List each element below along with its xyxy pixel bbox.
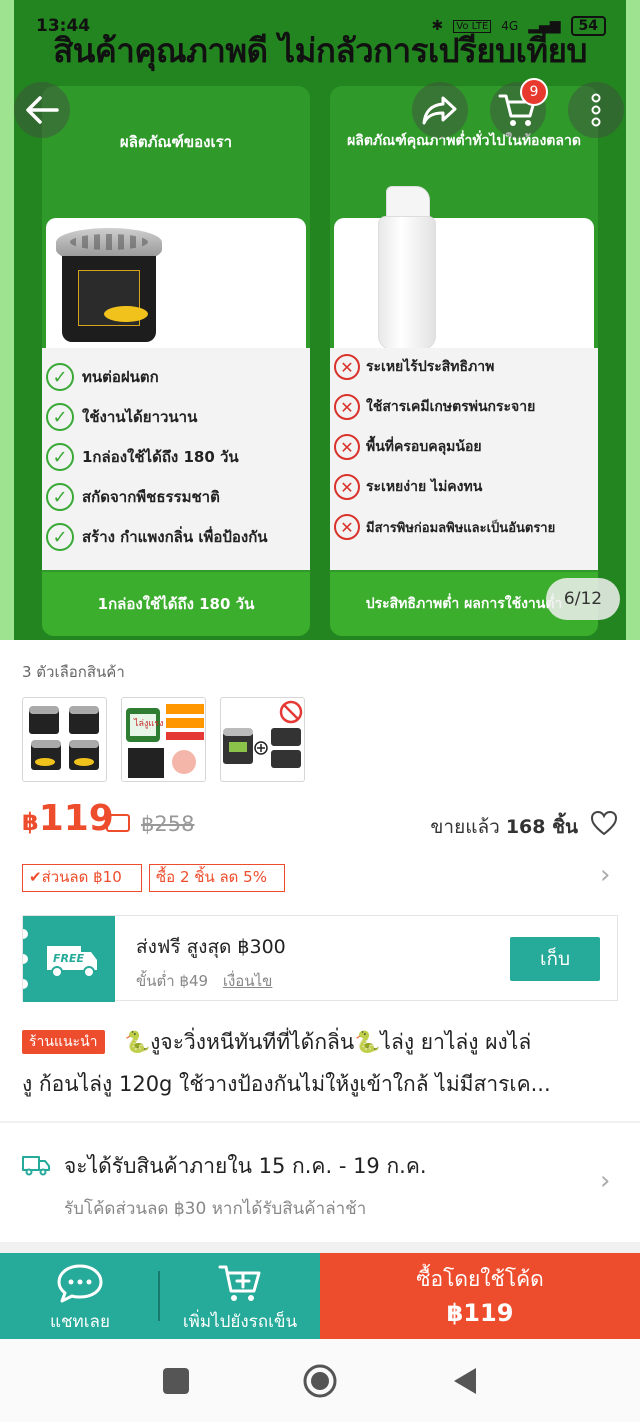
arrow-left-icon bbox=[26, 96, 59, 124]
cross-icon: ✕ bbox=[334, 474, 360, 500]
discount-coupon[interactable]: ✔ส่วนลด ฿10 bbox=[22, 864, 142, 892]
chevron-right-icon[interactable]: › bbox=[600, 860, 610, 890]
chat-label: แชทเลย bbox=[50, 1312, 110, 1332]
drawback-list: ✕ ระเหยไร้ประสิทธิภาพ ✕ ใช้สารเคมีเกษตรพ… bbox=[330, 348, 598, 570]
our-product-footer: 1กล่องใช้ได้ถึง 180 วัน bbox=[42, 572, 310, 636]
product-box-image bbox=[122, 698, 205, 781]
original-price: ฿258 bbox=[141, 812, 195, 836]
product-image-carousel[interactable]: สินค้าคุณภาพดี ไม่กลัวการเปรียบเทียบ ผลิ… bbox=[0, 0, 640, 640]
competitor-photo bbox=[334, 186, 594, 358]
product-photo bbox=[46, 218, 306, 358]
coupon-price-icon bbox=[106, 814, 130, 832]
status-time: 13:44 bbox=[36, 16, 91, 36]
section-divider bbox=[0, 1121, 640, 1123]
home-icon[interactable] bbox=[302, 1363, 338, 1399]
bottom-action-bar: แชทเลย เพิ่มไปยังรถเข็น ซื้อโดยใช้โค้ด ฿… bbox=[0, 1253, 640, 1339]
add-to-cart-label: เพิ่มไปยังรถเข็น bbox=[182, 1312, 298, 1332]
cross-icon: ✕ bbox=[334, 514, 360, 540]
status-icons: ✱ Vo LTE 4G ▂▄▆ 54 bbox=[432, 16, 606, 36]
benefit-item: ✓ สกัดจากพืชธรรมชาติ bbox=[46, 480, 220, 514]
add-to-cart-button[interactable]: เพิ่มไปยังรถเข็น bbox=[160, 1253, 320, 1339]
image-pager: 6/12 bbox=[546, 578, 620, 620]
cross-icon: ✕ bbox=[334, 354, 360, 380]
chat-button[interactable]: แชทเลย bbox=[0, 1253, 160, 1339]
benefit-item: ✓ ใช้งานได้ยาวนาน bbox=[46, 400, 197, 434]
section-divider bbox=[0, 1242, 640, 1253]
voucher-badge: FREE bbox=[18, 916, 115, 1002]
volte-icon: Vo LTE bbox=[453, 19, 492, 33]
competitor-title: ผลิตภัณฑ์คุณภาพต่ำทั่วไปในท้องตลาด bbox=[347, 133, 581, 149]
drawback-item: ✕ มีสารพิษก่อมลพิษและเป็นอันตราย bbox=[334, 510, 555, 544]
repellent-jar-image bbox=[56, 228, 162, 348]
check-icon: ✓ bbox=[46, 363, 74, 391]
more-menu-button[interactable] bbox=[568, 82, 624, 138]
competitor-panel: ผลิตภัณฑ์คุณภาพต่ำทั่วไปในท้องตลาด ✕ ระเ… bbox=[330, 86, 598, 636]
check-icon: ✓ bbox=[46, 483, 74, 511]
share-button[interactable] bbox=[412, 82, 468, 138]
benefit-list: ✓ ทนต่อฝนตก ✓ ใช้งานได้ยาวนาน ✓ 1กล่องใช… bbox=[42, 348, 310, 570]
voucher-subtitle: ขั้นต่ำ ฿49 เงื่อนไข bbox=[136, 972, 273, 990]
delivery-truck-icon bbox=[22, 1156, 50, 1176]
drawback-item: ✕ พื้นที่ครอบคลุมน้อย bbox=[334, 430, 482, 464]
drawback-item: ✕ ระเหยไร้ประสิทธิภาพ bbox=[334, 350, 494, 384]
check-icon: ✓ bbox=[46, 403, 74, 431]
cart-button[interactable]: 9 bbox=[490, 78, 548, 138]
product-title-line1: 🐍งูจะวิ่งหนีทันทีที่ได้กลิ่น🐍ไล่งู ยาไล่… bbox=[124, 1030, 532, 1054]
status-bar: 13:44 ✱ Vo LTE 4G ▂▄▆ 54 bbox=[36, 16, 606, 46]
benefit-item: ✓ สร้าง กำแพงกลิ่น เพื่อป้องกัน bbox=[46, 520, 268, 554]
chevron-right-icon[interactable]: › bbox=[600, 1166, 610, 1196]
benefit-item: ✓ 1กล่องใช้ได้ถึง 180 วัน bbox=[46, 440, 239, 474]
system-nav-bar bbox=[0, 1339, 640, 1422]
bundle-coupon[interactable]: ซื้อ 2 ชิ้น ลด 5% bbox=[149, 864, 285, 892]
delivery-estimate: จะได้รับสินค้าภายใน 15 ก.ค. - 19 ก.ค. bbox=[64, 1154, 427, 1178]
more-vertical-icon bbox=[591, 93, 601, 127]
shipping-voucher-card: FREE ส่งฟรี สูงสุด ฿300 ขั้นต่ำ ฿49 เงื่… bbox=[18, 915, 618, 1002]
jars-image bbox=[29, 706, 99, 770]
benefit-item: ✓ ทนต่อฝนตก bbox=[46, 360, 159, 394]
back-nav-icon[interactable] bbox=[452, 1367, 478, 1395]
signal-icon: ▂▄▆ bbox=[528, 18, 561, 34]
sold-count: ขายแล้ว 168 ชิ้น bbox=[430, 816, 578, 838]
bluetooth-icon: ✱ bbox=[431, 18, 444, 34]
recents-icon[interactable] bbox=[162, 1367, 190, 1395]
voucher-title: ส่งฟรี สูงสุด ฿300 bbox=[136, 936, 286, 958]
recommended-shop-tag: ร้านแนะนำ bbox=[22, 1030, 105, 1054]
jar-combo-image bbox=[223, 700, 303, 768]
network-type: 4G bbox=[501, 19, 519, 33]
cart-count-badge: 9 bbox=[520, 78, 548, 106]
buy-label: ซื้อโดยใช้โค้ด bbox=[416, 1267, 544, 1291]
chat-bubble-icon bbox=[57, 1264, 103, 1303]
current-price: ฿ 119 bbox=[22, 798, 114, 839]
buy-price: ฿119 bbox=[446, 1299, 514, 1327]
cross-icon: ✕ bbox=[334, 434, 360, 460]
variant-thumb[interactable]: ไล่งูแรง bbox=[121, 697, 206, 782]
cross-icon: ✕ bbox=[334, 394, 360, 420]
late-delivery-voucher: รับโค้ดส่วนลด ฿30 หากได้รับสินค้าล่าช้า bbox=[64, 1199, 367, 1219]
heart-icon[interactable] bbox=[590, 810, 618, 836]
variant-thumb[interactable] bbox=[220, 697, 305, 782]
product-title-line2: งู ก้อนไล่งู 120g ใช้วางป้องกันไม่ให้งูเ… bbox=[22, 1072, 551, 1096]
variant-thumb[interactable] bbox=[22, 697, 107, 782]
battery-icon: 54 bbox=[570, 16, 606, 36]
voucher-conditions-link[interactable]: เงื่อนไข bbox=[223, 972, 273, 990]
drawback-item: ✕ ใช้สารเคมีเกษตรพ่นกระจาย bbox=[334, 390, 535, 424]
our-product-panel: ผลิตภัณฑ์ของเรา ✓ ทนต่อฝนตก ✓ ใช้งานได้ย… bbox=[42, 86, 310, 636]
share-icon bbox=[422, 96, 457, 125]
drawback-item: ✕ ระเหยง่าย ไม่คงทน bbox=[334, 470, 482, 504]
back-button[interactable] bbox=[14, 82, 70, 138]
buy-with-code-button[interactable]: ซื้อโดยใช้โค้ด ฿119 bbox=[320, 1253, 640, 1339]
spray-bottle-image bbox=[378, 186, 436, 350]
variants-label[interactable]: 3 ตัวเลือกสินค้า bbox=[22, 660, 125, 684]
our-product-title: ผลิตภัณฑ์ของเรา bbox=[119, 133, 233, 151]
add-to-cart-icon bbox=[218, 1265, 261, 1301]
check-icon: ✓ bbox=[46, 443, 74, 471]
collect-voucher-button[interactable]: เก็บ bbox=[510, 937, 600, 981]
check-icon: ✓ bbox=[46, 523, 74, 551]
